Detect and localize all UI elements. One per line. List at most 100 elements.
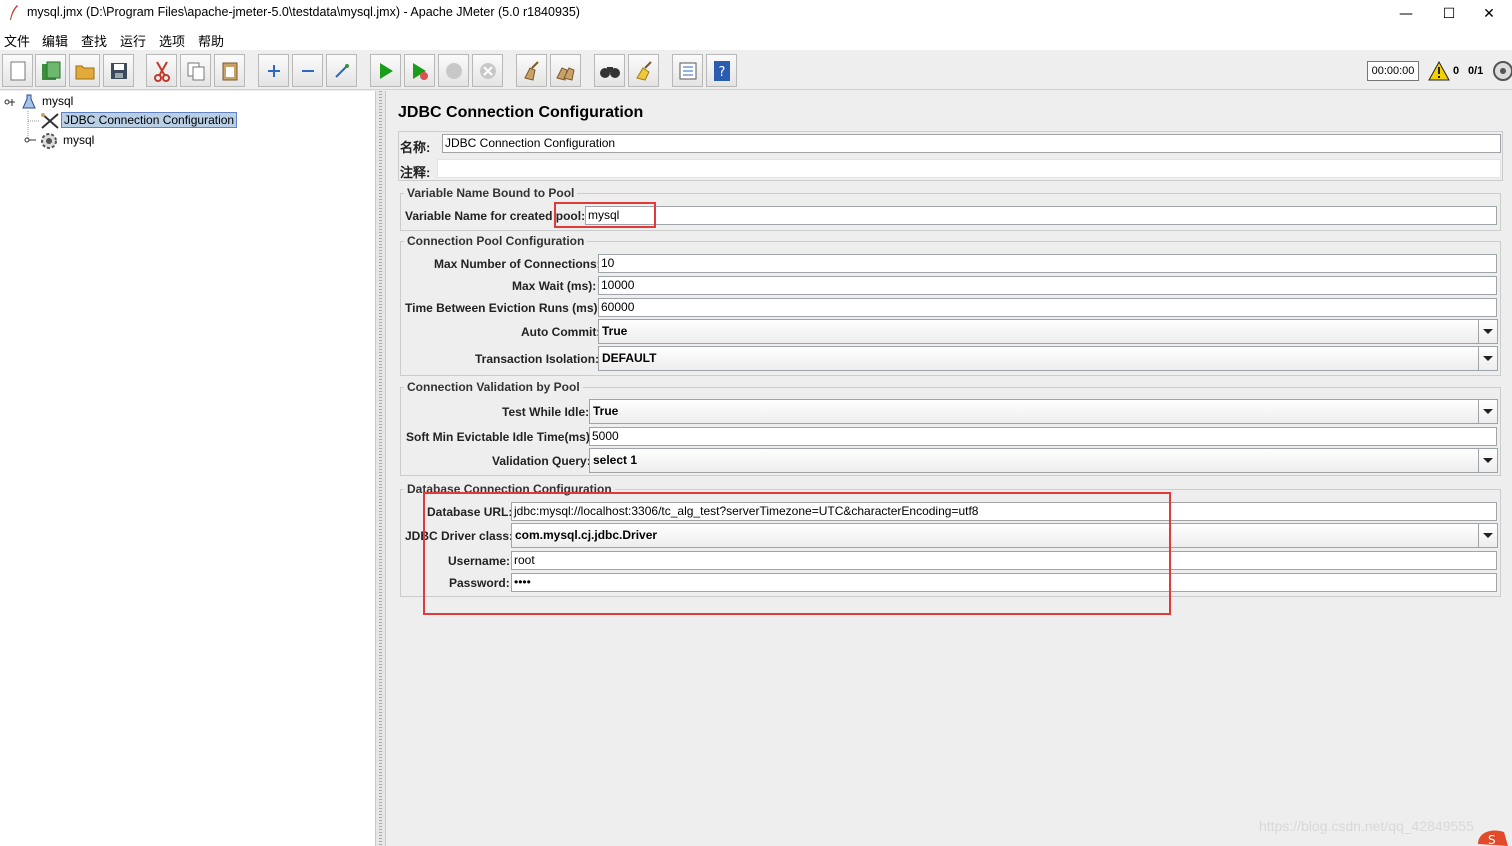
warning-count: 0 (1453, 65, 1460, 77)
warning-icon[interactable] (1428, 61, 1450, 81)
minus-icon (301, 69, 314, 72)
pool-config-legend: Connection Pool Configuration (404, 234, 588, 248)
comment-field[interactable] (437, 159, 1501, 178)
test-plan-tree (0, 91, 375, 846)
toggle-button[interactable] (326, 54, 357, 87)
toggle-wand-icon (334, 63, 349, 78)
open-button[interactable] (69, 54, 100, 87)
cut-button[interactable] (146, 54, 177, 87)
shutdown-icon (479, 62, 496, 79)
binoculars-icon (599, 66, 620, 78)
thread-group-gear-icon (41, 133, 57, 149)
start-no-pauses-button[interactable] (404, 54, 435, 87)
function-helper-button[interactable] (672, 54, 703, 87)
corner-logo-icon: S (1478, 830, 1508, 846)
chevron-down-icon[interactable] (1478, 524, 1497, 547)
validation-query-label: Validation Query: (492, 454, 591, 468)
scissors-icon (153, 61, 170, 82)
status-indicator-icon (1493, 61, 1512, 81)
copy-icon (187, 62, 204, 80)
tree-collapse-toggle[interactable] (22, 134, 38, 146)
validation-query-select[interactable]: select 1 (589, 448, 1498, 473)
soft-min-idle-label: Soft Min Evictable Idle Time(ms): (406, 430, 594, 444)
var-name-legend: Variable Name Bound to Pool (404, 186, 578, 200)
pane-splitter[interactable] (375, 91, 386, 846)
clear-all-button[interactable] (550, 54, 581, 87)
templates-icon (41, 61, 60, 80)
eviction-runs-field[interactable]: 60000 (598, 298, 1497, 317)
chevron-down-icon[interactable] (1478, 320, 1497, 343)
test-while-idle-label: Test While Idle: (502, 405, 590, 419)
highlight-pool-name (554, 202, 656, 228)
eviction-runs-label: Time Between Eviction Runs (ms): (405, 301, 602, 315)
reset-search-icon (635, 60, 652, 81)
minimize-button[interactable]: — (1383, 0, 1429, 28)
window-title: mysql.jmx (D:\Program Files\apache-jmete… (27, 5, 580, 19)
tree-item-test-plan[interactable]: mysql (42, 94, 73, 108)
close-button[interactable]: ✕ (1466, 0, 1512, 28)
tree-item-thread-group[interactable]: mysql (63, 133, 94, 147)
test-plan-flask-icon (22, 94, 36, 109)
search-button[interactable] (594, 54, 625, 87)
plus-icon (267, 64, 280, 77)
tree-item-jdbc-config[interactable]: JDBC Connection Configuration (61, 112, 238, 128)
transaction-isolation-value: DEFAULT (602, 351, 657, 365)
comment-label: 注释: (400, 165, 431, 180)
name-field[interactable]: JDBC Connection Configuration (442, 134, 1501, 153)
elapsed-timer: 00:00:00 (1367, 61, 1419, 81)
play-icon (379, 62, 393, 79)
test-while-idle-select[interactable]: True (589, 399, 1498, 424)
max-wait-field[interactable]: 10000 (598, 276, 1497, 295)
max-wait-label: Max Wait (ms): (512, 279, 597, 293)
open-folder-icon (75, 65, 94, 79)
collapse-all-button[interactable] (292, 54, 323, 87)
soft-min-idle-field[interactable]: 5000 (589, 427, 1497, 446)
copy-button[interactable] (180, 54, 211, 87)
max-connections-label: Max Number of Connections: (434, 257, 601, 271)
transaction-isolation-label: Transaction Isolation: (475, 352, 600, 366)
config-tools-icon (41, 113, 59, 129)
save-disk-icon (110, 62, 127, 79)
menu-search[interactable]: 查找 (81, 31, 107, 50)
panel-heading: JDBC Connection Configuration (398, 104, 644, 121)
chevron-down-icon[interactable] (1478, 449, 1497, 472)
toolbar: ? (0, 52, 1512, 90)
paste-clipboard-icon (222, 62, 237, 80)
new-document-icon (10, 61, 25, 80)
menu-options[interactable]: 选项 (159, 31, 185, 50)
tree-expand-toggle[interactable] (3, 95, 17, 109)
start-button[interactable] (370, 54, 401, 87)
expand-all-button[interactable] (258, 54, 289, 87)
menu-file[interactable]: 文件 (4, 31, 30, 50)
menu-run[interactable]: 运行 (120, 31, 146, 50)
var-name-field[interactable]: mysql (585, 206, 1497, 225)
list-icon (679, 62, 696, 79)
validation-query-value: select 1 (593, 453, 638, 467)
broom-double-icon (555, 66, 575, 81)
menu-help[interactable]: 帮助 (198, 31, 224, 50)
auto-commit-value: True (602, 324, 628, 338)
save-button[interactable] (103, 54, 134, 87)
new-button[interactable] (2, 54, 33, 87)
clear-button[interactable] (516, 54, 547, 87)
menu-edit[interactable]: 编辑 (42, 31, 68, 50)
stop-button[interactable] (438, 54, 469, 87)
auto-commit-label: Auto Commit: (521, 325, 601, 339)
help-button[interactable]: ? (706, 54, 737, 87)
transaction-isolation-select[interactable]: DEFAULT (598, 346, 1498, 371)
svg-text:?: ? (718, 65, 725, 80)
auto-commit-select[interactable]: True (598, 319, 1498, 344)
max-connections-field[interactable]: 10 (598, 254, 1497, 273)
title-bar: mysql.jmx (D:\Program Files\apache-jmete… (0, 0, 1512, 28)
highlight-db-connection (423, 492, 1171, 615)
paste-button[interactable] (214, 54, 245, 87)
broom-icon (523, 60, 539, 81)
chevron-down-icon[interactable] (1478, 347, 1497, 370)
watermark: https://blog.csdn.net/qq_42849555 (1259, 818, 1474, 834)
templates-button[interactable] (35, 54, 66, 87)
chevron-down-icon[interactable] (1478, 400, 1497, 423)
active-threads: 0/1 (1468, 65, 1484, 77)
reset-search-button[interactable] (628, 54, 659, 87)
svg-text:S: S (1488, 833, 1496, 846)
shutdown-button[interactable] (472, 54, 503, 87)
